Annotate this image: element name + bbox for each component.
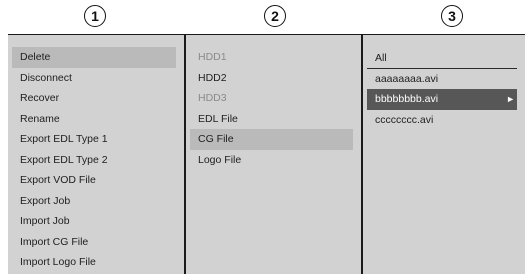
file-item-aaaaaaaa[interactable]: aaaaaaaa.avi — [367, 69, 517, 90]
menu-item-import-cg-file[interactable]: Import CG File — [12, 232, 176, 253]
step-number: 1 — [91, 8, 99, 24]
step-number: 3 — [448, 8, 456, 24]
source-item-hdd2[interactable]: HDD2 — [190, 68, 353, 89]
source-menu-panel: HDD1 HDD2 HDD3 EDL File CG File Logo Fil… — [184, 34, 361, 274]
file-item-cccccccc[interactable]: cccccccc.avi — [367, 110, 517, 131]
menu-item-export-edl-type-2[interactable]: Export EDL Type 2 — [12, 150, 176, 171]
file-item-all[interactable]: All — [367, 48, 517, 69]
menu-item-delete[interactable]: Delete — [12, 47, 176, 68]
source-item-cg-file[interactable]: CG File — [190, 129, 353, 150]
menu-item-rename[interactable]: Rename — [12, 109, 176, 130]
source-item-logo-file[interactable]: Logo File — [190, 150, 353, 171]
source-item-hdd1: HDD1 — [198, 51, 227, 63]
menu-item-import-logo-file[interactable]: Import Logo File — [12, 252, 176, 273]
step-3-badge: 3 — [441, 5, 463, 27]
menu-item-export-vod-file[interactable]: Export VOD File — [12, 170, 176, 191]
menu-item-export-job[interactable]: Export Job — [12, 191, 176, 212]
menu-item-recover[interactable]: Recover — [12, 88, 176, 109]
menu-item-disconnect[interactable]: Disconnect — [12, 68, 176, 89]
step-1-badge: 1 — [84, 5, 106, 27]
operations-menu: Delete Disconnect Recover Rename Export … — [8, 47, 184, 273]
source-menu: HDD1 HDD2 HDD3 EDL File CG File Logo Fil… — [186, 47, 361, 170]
arrow-right-icon: ► — [506, 94, 515, 104]
file-list-panel: All aaaaaaaa.avi bbbbbbbb.avi ► cccccccc… — [361, 34, 525, 274]
menu-item-import-job[interactable]: Import Job — [12, 211, 176, 232]
menu-item-export-edl-type-1[interactable]: Export EDL Type 1 — [12, 129, 176, 150]
step-number: 2 — [271, 8, 279, 24]
source-item-hdd3: HDD3 — [198, 92, 227, 104]
file-item-label: bbbbbbbb.avi — [375, 93, 439, 105]
operations-menu-panel: Delete Disconnect Recover Rename Export … — [8, 34, 184, 274]
source-item-edl-file[interactable]: EDL File — [190, 109, 353, 130]
file-item-bbbbbbbb[interactable]: bbbbbbbb.avi ► — [367, 89, 517, 110]
file-list: All aaaaaaaa.avi bbbbbbbb.avi ► cccccccc… — [363, 48, 525, 130]
step-2-badge: 2 — [264, 5, 286, 27]
